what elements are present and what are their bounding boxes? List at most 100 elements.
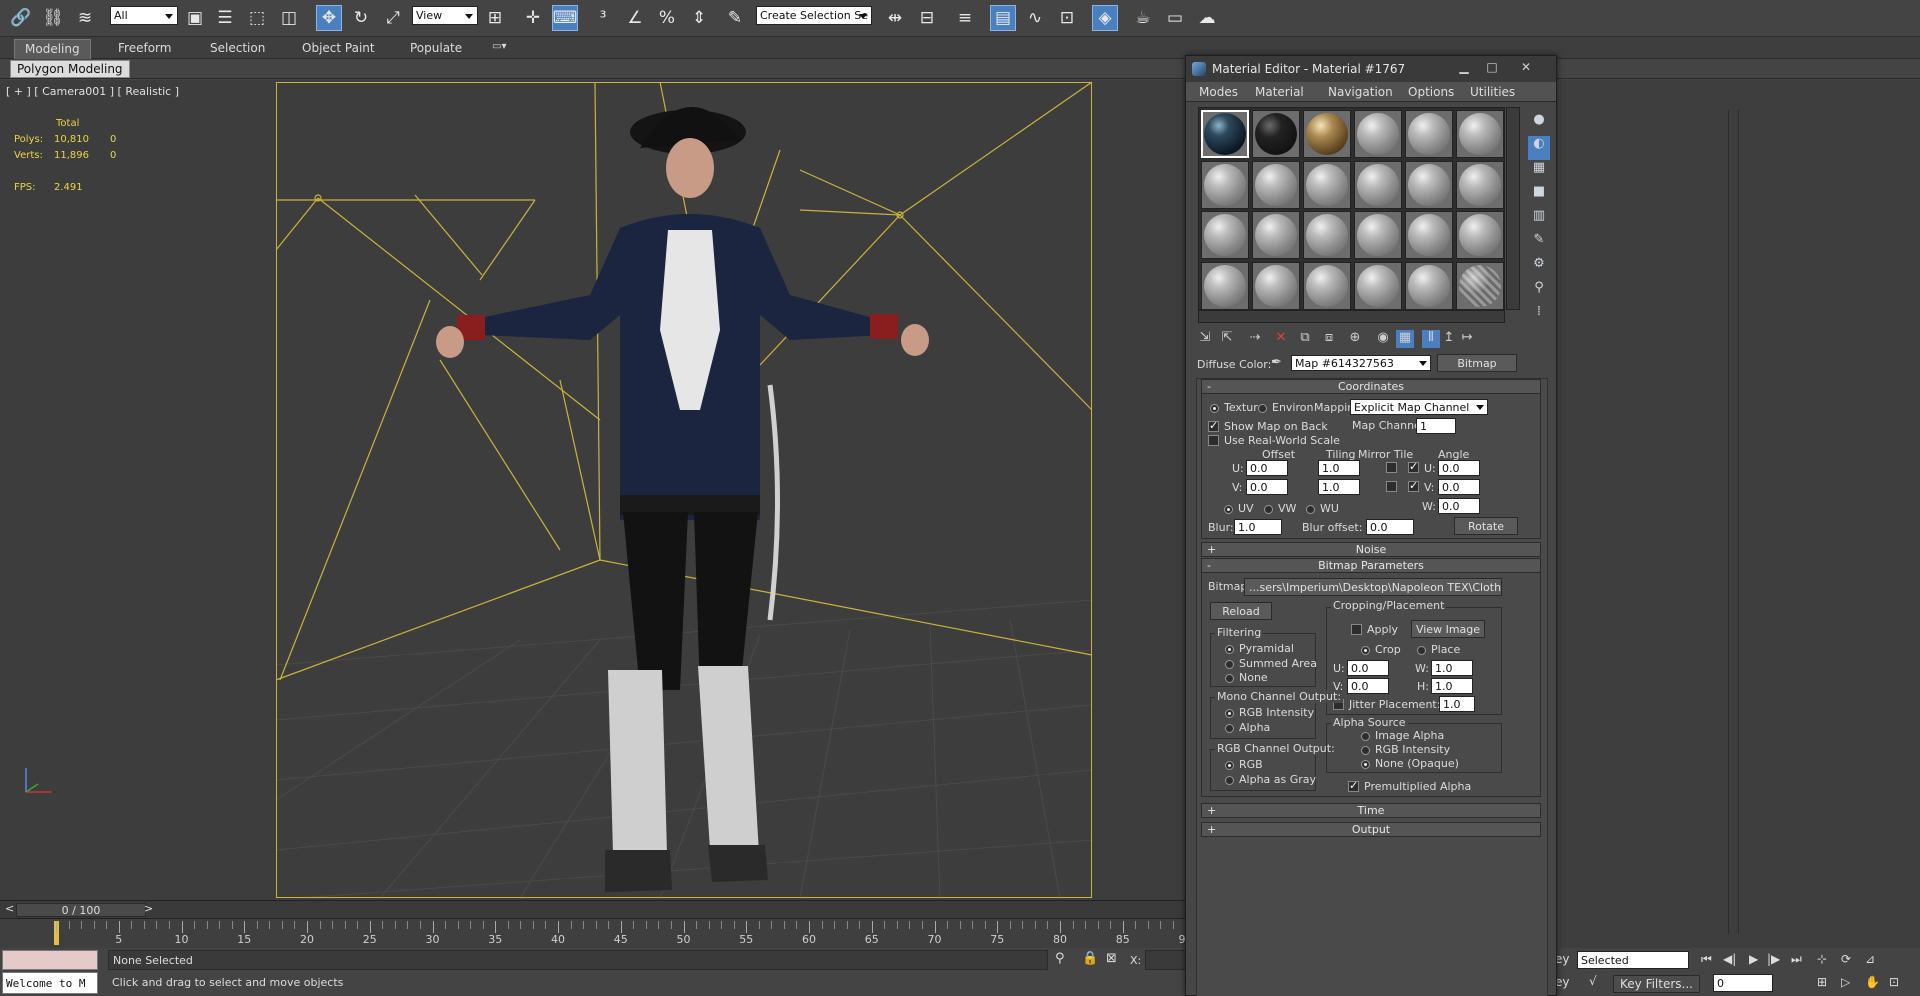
play-icon[interactable]: ▶: [1749, 952, 1758, 966]
zoom-extents-icon[interactable]: ⊹: [1817, 952, 1827, 966]
ribbon-options-icon[interactable]: ▭▾: [482, 39, 516, 59]
coord-x-field[interactable]: [1145, 950, 1187, 970]
link-icon[interactable]: 🔗: [8, 5, 34, 31]
options-icon[interactable]: ⚙: [1528, 256, 1550, 280]
render-setup-icon[interactable]: ☕: [1130, 5, 1156, 31]
angle-u-field[interactable]: 0.0: [1438, 460, 1480, 476]
move-icon[interactable]: ✥: [316, 5, 342, 31]
time-config-icon[interactable]: ⊞: [1817, 975, 1827, 989]
go-to-parent-icon[interactable]: ↥: [1440, 330, 1458, 348]
material-slot[interactable]: [1303, 110, 1351, 158]
window-crossing-icon[interactable]: ◫: [276, 5, 302, 31]
crop-radio[interactable]: [1361, 646, 1370, 655]
sample-slots-hscroll[interactable]: [1198, 310, 1505, 323]
material-slot[interactable]: [1201, 110, 1249, 158]
material-id-channel-icon[interactable]: ◉: [1374, 330, 1392, 348]
align-icon[interactable]: ⊟: [914, 5, 940, 31]
time-prev-button[interactable]: <: [5, 902, 14, 915]
material-slot[interactable]: [1456, 261, 1504, 310]
vw-radio[interactable]: [1264, 505, 1273, 514]
assign-material-icon[interactable]: ⇢: [1246, 330, 1264, 348]
pan-icon[interactable]: ✋: [1865, 975, 1880, 989]
sample-type-icon[interactable]: ●: [1528, 112, 1550, 136]
blur-field[interactable]: 1.0: [1234, 519, 1282, 535]
show-map-on-back-checkbox[interactable]: [1208, 419, 1219, 432]
percent-snap-icon[interactable]: %: [654, 5, 680, 31]
crop-h-field[interactable]: 1.0: [1431, 678, 1473, 694]
go-to-start-icon[interactable]: ⏮: [1701, 952, 1712, 967]
place-radio[interactable]: [1417, 646, 1426, 655]
wu-radio[interactable]: [1306, 505, 1315, 514]
texture-radio[interactable]: [1210, 404, 1219, 413]
view-image-button[interactable]: View Image: [1411, 620, 1485, 638]
none-opaque-radio[interactable]: [1361, 760, 1370, 769]
minimize-icon[interactable]: ▁: [1454, 60, 1474, 76]
environ-radio[interactable]: [1258, 404, 1267, 413]
camera-viewport[interactable]: [ + ] [ Camera001 ] [ Realistic ] Total …: [0, 80, 1190, 900]
material-slot[interactable]: [1201, 160, 1249, 209]
jitter-field[interactable]: 1.0: [1439, 696, 1475, 712]
tile-v-checkbox[interactable]: [1408, 479, 1419, 492]
select-manipulate-icon[interactable]: ✛: [520, 5, 546, 31]
render-icon[interactable]: ☁: [1194, 5, 1220, 31]
angle-v-field[interactable]: 0.0: [1438, 479, 1480, 495]
material-slot[interactable]: [1303, 211, 1351, 259]
video-color-check-icon[interactable]: ▥: [1528, 208, 1550, 232]
orbit-icon[interactable]: ⟳: [1841, 952, 1851, 966]
angle-w-field[interactable]: 0.0: [1438, 498, 1480, 514]
bitmap-params-rollout-header[interactable]: - Bitmap Parameters: [1201, 558, 1541, 573]
uv-radio[interactable]: [1224, 505, 1233, 514]
alpha-as-gray-radio[interactable]: [1225, 776, 1234, 785]
coordinates-rollout-header[interactable]: - Coordinates: [1201, 379, 1541, 394]
maximize-viewport-icon[interactable]: ⊡: [1889, 975, 1899, 989]
filter-none-radio[interactable]: [1225, 674, 1234, 683]
image-alpha-radio[interactable]: [1361, 732, 1370, 741]
backlight-icon[interactable]: ◐: [1528, 136, 1550, 160]
rotate-button[interactable]: Rotate: [1454, 517, 1518, 535]
put-to-library-icon[interactable]: ⊕: [1346, 330, 1364, 348]
material-slot[interactable]: [1354, 261, 1402, 310]
next-frame-icon[interactable]: |▶: [1767, 952, 1780, 966]
maximize-icon[interactable]: □: [1482, 60, 1502, 76]
close-icon[interactable]: ✕: [1516, 60, 1536, 76]
menu-navigation[interactable]: Navigation: [1328, 85, 1393, 99]
material-slot[interactable]: [1405, 211, 1453, 259]
key-filters-button[interactable]: Key Filters...: [1613, 975, 1700, 993]
material-slot[interactable]: [1252, 160, 1300, 209]
alpha-rgb-intensity-radio[interactable]: [1361, 746, 1370, 755]
tiling-u-field[interactable]: 1.0: [1318, 460, 1360, 476]
named-selection-dropdown[interactable]: Create Selection Se: [756, 6, 872, 25]
select-by-material-icon[interactable]: ⚲: [1528, 280, 1550, 304]
material-slot[interactable]: [1303, 160, 1351, 209]
tiling-v-field[interactable]: 1.0: [1318, 479, 1360, 495]
angle-snap-icon[interactable]: ∠: [622, 5, 648, 31]
crop-u-field[interactable]: 0.0: [1347, 660, 1389, 676]
mirror-icon[interactable]: ⇹: [882, 5, 908, 31]
lock-icon[interactable]: 🔒: [1082, 951, 1098, 966]
coord-system-dropdown[interactable]: View: [412, 6, 478, 25]
show-shaded-icon[interactable]: ▦: [1396, 330, 1414, 348]
selection-filter-dropdown[interactable]: All: [110, 6, 178, 25]
maxscript-input[interactable]: Welcome to M: [2, 972, 98, 994]
bind-spacewarp-icon[interactable]: ≋: [72, 5, 98, 31]
put-to-scene-icon[interactable]: ⇱: [1218, 330, 1236, 348]
parameters-scroll-panel[interactable]: - Coordinates Texture Environ Mapping: Ex…: [1196, 378, 1548, 996]
go-forward-icon[interactable]: ↦: [1458, 330, 1476, 348]
mono-alpha-radio[interactable]: [1225, 724, 1234, 733]
tab-populate[interactable]: Populate: [400, 39, 472, 59]
make-unique-icon[interactable]: ⧈: [1320, 330, 1338, 348]
offset-v-field[interactable]: 0.0: [1246, 479, 1288, 495]
mapping-dropdown[interactable]: Explicit Map Channel: [1350, 399, 1488, 415]
toggle-layer-icon[interactable]: ≡: [952, 5, 978, 31]
reload-button[interactable]: Reload: [1210, 602, 1272, 620]
map-type-button[interactable]: Bitmap: [1437, 354, 1517, 372]
rendered-frame-icon[interactable]: ▭: [1162, 5, 1188, 31]
isolate-icon[interactable]: ⚲: [1055, 951, 1065, 966]
key-filter-dropdown[interactable]: Selected: [1577, 951, 1689, 969]
copy-material-icon[interactable]: ⧉: [1296, 330, 1314, 348]
spinner-snap-icon[interactable]: ⇕: [686, 5, 712, 31]
material-slot[interactable]: [1252, 261, 1300, 310]
menu-utilities[interactable]: Utilities: [1470, 85, 1515, 99]
offset-u-field[interactable]: 0.0: [1246, 460, 1288, 476]
toggle-ribbon-icon[interactable]: ▤: [990, 5, 1016, 31]
